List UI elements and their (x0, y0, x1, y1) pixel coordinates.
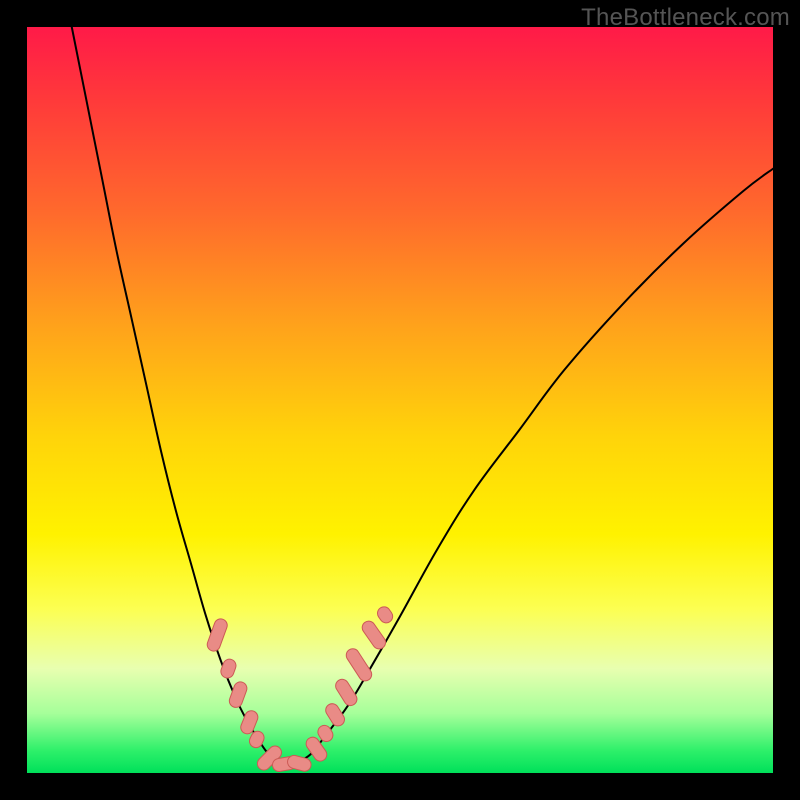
chart-svg (27, 27, 773, 773)
marker-group (205, 604, 395, 773)
curve-curve-left (72, 27, 281, 763)
curve-group (72, 27, 773, 765)
data-marker (375, 604, 395, 625)
chart-frame: TheBottleneck.com (0, 0, 800, 800)
data-marker (323, 701, 347, 728)
data-marker (344, 646, 374, 683)
data-marker (360, 619, 388, 652)
